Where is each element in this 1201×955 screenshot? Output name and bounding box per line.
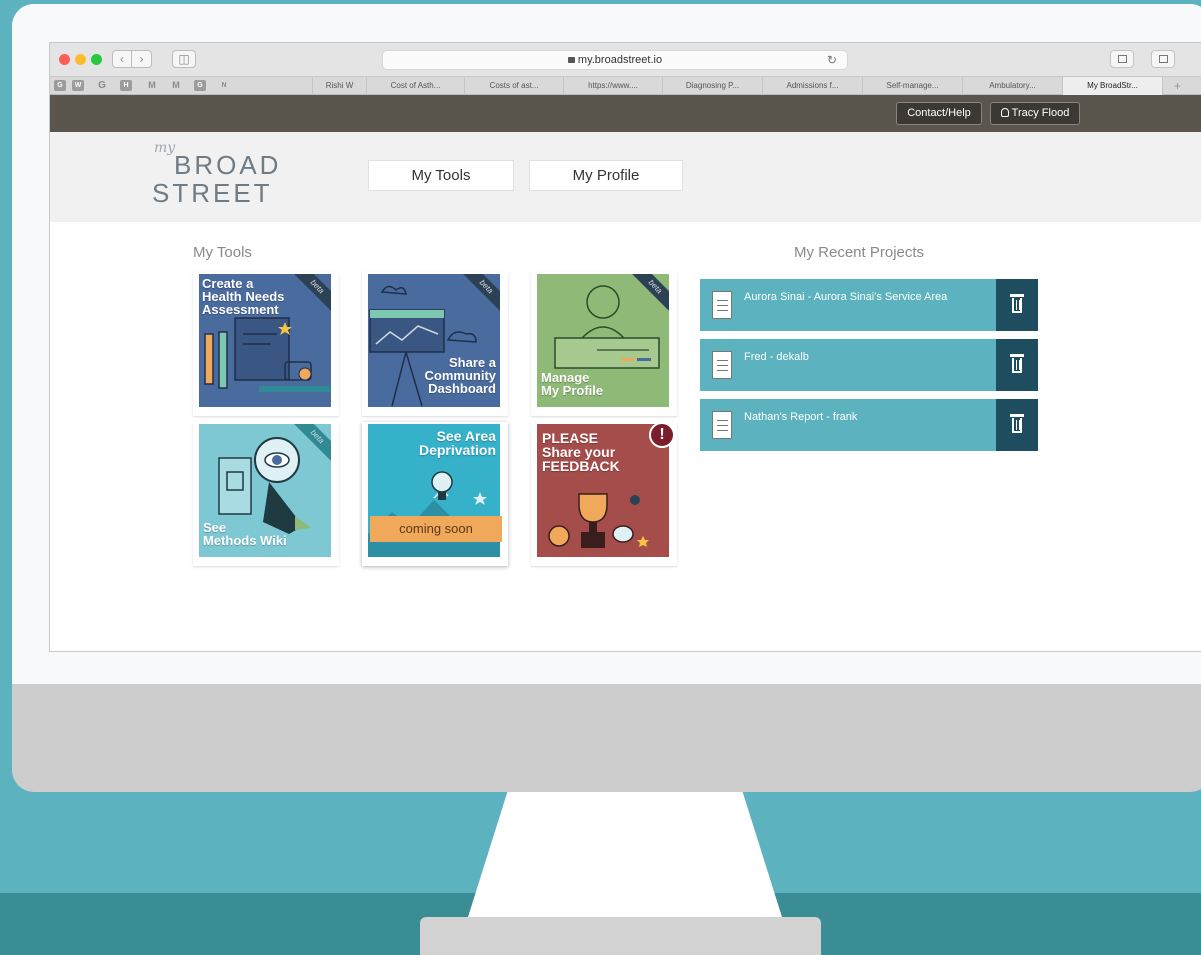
bookmark-favicon[interactable]: H bbox=[120, 80, 132, 91]
browser-tab[interactable]: Self-manage... bbox=[862, 77, 962, 95]
document-icon bbox=[712, 351, 732, 379]
tool-card-manage-my-profile[interactable]: Manage My Profile beta bbox=[531, 272, 677, 416]
browser-tab[interactable]: Admissions f... bbox=[762, 77, 862, 95]
project-row[interactable]: Aurora Sinai - Aurora Sinai's Service Ar… bbox=[700, 279, 1038, 331]
logo-street: STREET bbox=[152, 178, 273, 208]
nav-my-tools[interactable]: My Tools bbox=[368, 160, 514, 191]
tab-bar: G W G H M M G N Rishi W Cost of Asth... … bbox=[50, 77, 1201, 95]
tabs-icon[interactable] bbox=[1151, 50, 1175, 68]
delete-project-button[interactable] bbox=[996, 339, 1038, 391]
monitor-bezel: ‹ › ◫ my.broadstreet.io ↻ G W G H M M G … bbox=[12, 4, 1201, 684]
url-text: my.broadstreet.io bbox=[577, 54, 663, 66]
user-menu-button[interactable]: Tracy Flood bbox=[990, 102, 1080, 125]
tool-tile: PLEASE Share your FEEDBACK bbox=[537, 424, 669, 557]
tool-label: PLEASE Share your FEEDBACK bbox=[542, 430, 620, 474]
document-icon bbox=[712, 411, 732, 439]
tool-card-area-deprivation[interactable]: See Area Deprivation coming soon bbox=[362, 422, 508, 566]
my-recent-projects-heading: My Recent Projects bbox=[794, 244, 925, 261]
trash-icon bbox=[1010, 414, 1024, 434]
browser-window: ‹ › ◫ my.broadstreet.io ↻ G W G H M M G … bbox=[49, 42, 1201, 652]
tool-label: Create a Health Needs Assessment bbox=[202, 276, 285, 317]
trash-icon bbox=[1010, 354, 1024, 374]
lock-icon bbox=[567, 57, 575, 63]
project-row[interactable]: Fred - dekalb bbox=[700, 339, 1038, 391]
tool-label: Share a Community Dashboard bbox=[424, 355, 497, 396]
browser-tab[interactable]: Ambulatory... bbox=[962, 77, 1062, 95]
main-content: My Tools My Recent Projects Create a Hea… bbox=[50, 222, 1201, 651]
broadstreet-logo[interactable]: my BROAD STREET bbox=[152, 140, 292, 210]
trash-icon bbox=[1010, 294, 1024, 314]
tool-tile: Share a Community Dashboard beta bbox=[368, 274, 500, 407]
browser-tab[interactable]: Cost of Asth... bbox=[366, 77, 464, 95]
maximize-window-button[interactable] bbox=[91, 54, 102, 65]
nav-my-profile[interactable]: My Profile bbox=[529, 160, 683, 191]
minimize-window-button[interactable] bbox=[75, 54, 86, 65]
mail-icon[interactable]: M bbox=[170, 80, 182, 91]
browser-tab[interactable]: Diagnosing P... bbox=[662, 77, 762, 95]
tool-card-methods-wiki[interactable]: See Methods Wiki beta bbox=[193, 422, 339, 566]
user-name: Tracy Flood bbox=[1011, 107, 1070, 119]
tool-tile: Create a Health Needs Assessment beta bbox=[199, 274, 331, 407]
document-icon bbox=[712, 291, 732, 319]
reload-icon[interactable]: ↻ bbox=[827, 51, 837, 69]
monitor: ‹ › ◫ my.broadstreet.io ↻ G W G H M M G … bbox=[12, 4, 1201, 792]
project-name[interactable]: Aurora Sinai - Aurora Sinai's Service Ar… bbox=[744, 291, 947, 303]
browser-tab[interactable]: https://www.... bbox=[563, 77, 662, 95]
browser-tab[interactable]: Rishi W bbox=[312, 77, 366, 95]
site-top-bar: Contact/Help Tracy Flood bbox=[50, 95, 1201, 132]
tool-tile: See Methods Wiki beta bbox=[199, 424, 331, 557]
back-icon[interactable]: ‹ bbox=[112, 50, 132, 68]
share-icon[interactable] bbox=[1110, 50, 1134, 68]
tool-label: See Methods Wiki bbox=[203, 520, 287, 548]
tool-card-feedback[interactable]: PLEASE Share your FEEDBACK ! bbox=[531, 422, 677, 566]
bookmark-favicon[interactable]: W bbox=[72, 80, 84, 91]
browser-tab[interactable]: Costs of ast... bbox=[464, 77, 563, 95]
tool-card-health-needs-assessment[interactable]: Create a Health Needs Assessment beta bbox=[193, 272, 339, 416]
tool-tile: Manage My Profile beta bbox=[537, 274, 669, 407]
user-icon bbox=[1000, 108, 1009, 117]
monitor-stand-base bbox=[420, 917, 821, 955]
forward-icon[interactable]: › bbox=[132, 50, 152, 68]
sidebar-icon[interactable]: ◫ bbox=[172, 50, 196, 68]
bookmark-favicon[interactable]: G bbox=[96, 80, 108, 91]
bookmark-favicon[interactable]: G bbox=[194, 80, 206, 91]
project-name[interactable]: Fred - dekalb bbox=[744, 351, 809, 363]
logo-my: my bbox=[154, 140, 176, 156]
alert-icon: ! bbox=[649, 422, 675, 448]
delete-project-button[interactable] bbox=[996, 279, 1038, 331]
project-row[interactable]: Nathan's Report - frank bbox=[700, 399, 1038, 451]
bookmark-favicon[interactable]: N bbox=[218, 80, 230, 91]
tool-label: Manage My Profile bbox=[541, 370, 604, 398]
mail-icon[interactable]: M bbox=[146, 80, 158, 91]
browser-tab-active[interactable]: My BroadStr... bbox=[1062, 77, 1162, 95]
browser-toolbar: ‹ › ◫ my.broadstreet.io ↻ bbox=[50, 43, 1201, 77]
bookmark-favicon[interactable]: G bbox=[54, 80, 66, 91]
coming-soon-banner: coming soon bbox=[370, 516, 502, 542]
logo-broad: BROAD bbox=[174, 150, 282, 180]
tool-card-community-dashboard[interactable]: Share a Community Dashboard beta bbox=[362, 272, 508, 416]
tool-label: See Area Deprivation bbox=[418, 428, 496, 458]
site-header: my BROAD STREET My Tools My Profile bbox=[50, 132, 1201, 222]
delete-project-button[interactable] bbox=[996, 399, 1038, 451]
new-tab-button[interactable]: + bbox=[1162, 77, 1192, 95]
project-name[interactable]: Nathan's Report - frank bbox=[744, 411, 857, 423]
address-bar[interactable]: my.broadstreet.io ↻ bbox=[382, 50, 848, 70]
close-window-button[interactable] bbox=[59, 54, 70, 65]
my-tools-heading: My Tools bbox=[193, 244, 252, 261]
contact-help-button[interactable]: Contact/Help bbox=[896, 102, 982, 125]
